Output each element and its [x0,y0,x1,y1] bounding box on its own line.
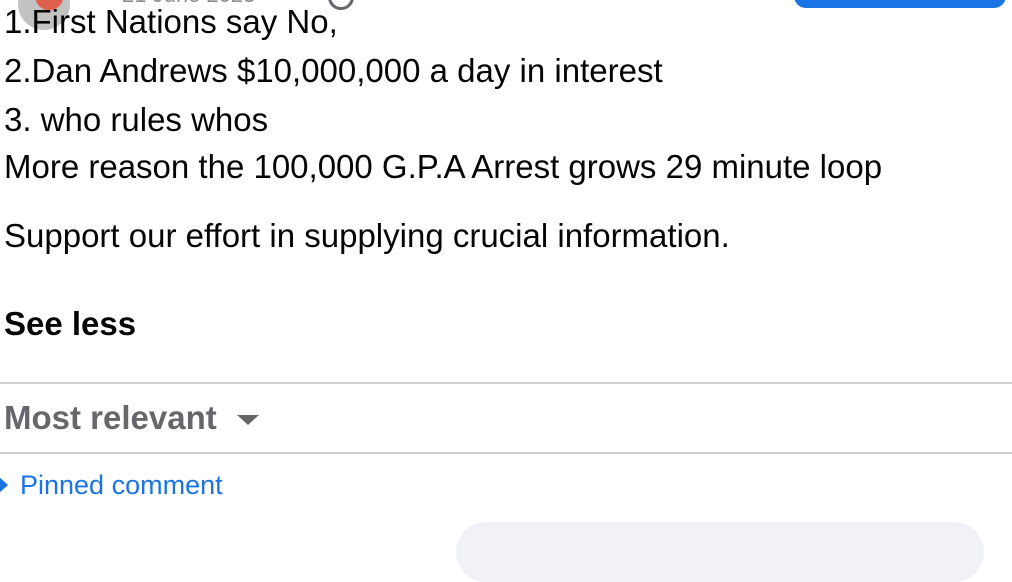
post-line: Support our effort in supplying crucial … [4,217,730,254]
pinned-comment-label: Pinned comment [20,469,223,500]
comment-bubble [456,522,984,582]
see-less-button[interactable]: See less [4,305,136,343]
follow-button[interactable] [794,0,1006,8]
pin-icon [0,476,8,494]
post-line: 3. who rules whos [4,101,269,138]
comment-sort-dropdown[interactable]: Most relevant [4,396,259,440]
pinned-comment-indicator: Pinned comment [0,468,223,502]
post-line: 1.First Nations say No, [4,3,338,40]
divider [0,382,1012,384]
post-line: 2.Dan Andrews $10,000,000 a day in inter… [4,52,663,89]
caret-down-icon [236,415,259,425]
post-line: More reason the 100,000 G.P.A Arrest gro… [4,148,883,185]
sort-label: Most relevant [4,399,217,436]
divider [0,452,1012,454]
